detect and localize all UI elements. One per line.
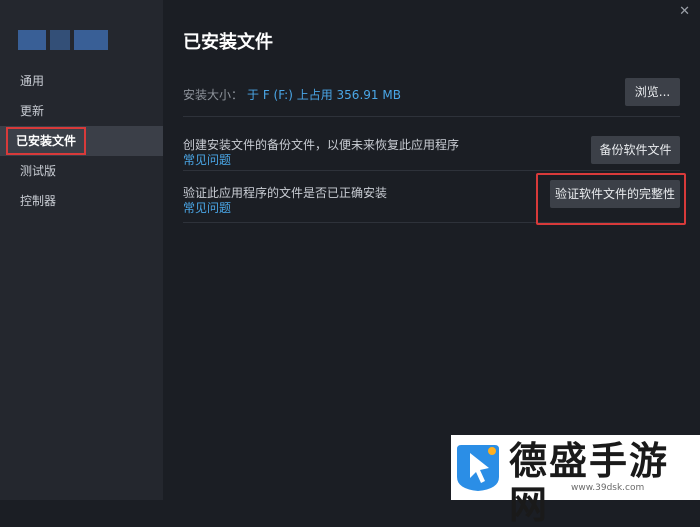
- install-size-value[interactable]: 于 F (F:) 上占用 356.91 MB: [247, 86, 401, 103]
- sidebar-item-controller[interactable]: 控制器: [0, 186, 163, 216]
- backup-row: 创建安装文件的备份文件，以便未来恢复此应用程序 常见问题 备份软件文件: [183, 130, 680, 171]
- watermark-url: www.39dsk.com: [571, 483, 645, 493]
- verify-integrity-button[interactable]: 验证软件文件的完整性: [550, 180, 680, 208]
- blurred-app-logo: [18, 30, 108, 50]
- main-panel: ✕ 已安装文件 安装大小： 于 F (F:) 上占用 356.91 MB 浏览.…: [163, 0, 700, 500]
- sidebar-item-general[interactable]: 通用: [0, 66, 163, 96]
- sidebar-item-label: 控制器: [20, 194, 57, 208]
- sidebar: 通用 更新 已安装文件 测试版 控制器: [0, 0, 163, 500]
- backup-faq-link[interactable]: 常见问题: [183, 151, 231, 168]
- install-size-label: 安装大小：: [183, 88, 244, 102]
- sidebar-item-installed-files[interactable]: 已安装文件: [0, 126, 163, 156]
- close-icon[interactable]: ✕: [679, 4, 690, 19]
- verify-row: 验证此应用程序的文件是否已正确安装 常见问题 验证软件文件的完整性: [183, 173, 686, 225]
- sidebar-item-updates[interactable]: 更新: [0, 96, 163, 126]
- sidebar-item-label: 已安装文件: [16, 134, 77, 148]
- sidebar-item-betas[interactable]: 测试版: [0, 156, 163, 186]
- page-title: 已安装文件: [183, 32, 273, 53]
- sidebar-item-label: 测试版: [20, 164, 57, 178]
- watermark: 德盛手游网 www.39dsk.com: [451, 435, 700, 527]
- install-size-row: 安装大小： 于 F (F:) 上占用 356.91 MB 浏览...: [183, 76, 680, 117]
- sidebar-item-label: 更新: [20, 104, 45, 118]
- backup-files-button[interactable]: 备份软件文件: [591, 136, 680, 164]
- sidebar-nav: 通用 更新 已安装文件 测试版 控制器: [0, 66, 163, 216]
- highlight-box: 已安装文件: [6, 127, 87, 155]
- browse-button[interactable]: 浏览...: [625, 78, 680, 106]
- watermark-logo-icon: [457, 445, 499, 491]
- verify-faq-link[interactable]: 常见问题: [183, 199, 231, 216]
- sidebar-item-label: 通用: [20, 74, 45, 88]
